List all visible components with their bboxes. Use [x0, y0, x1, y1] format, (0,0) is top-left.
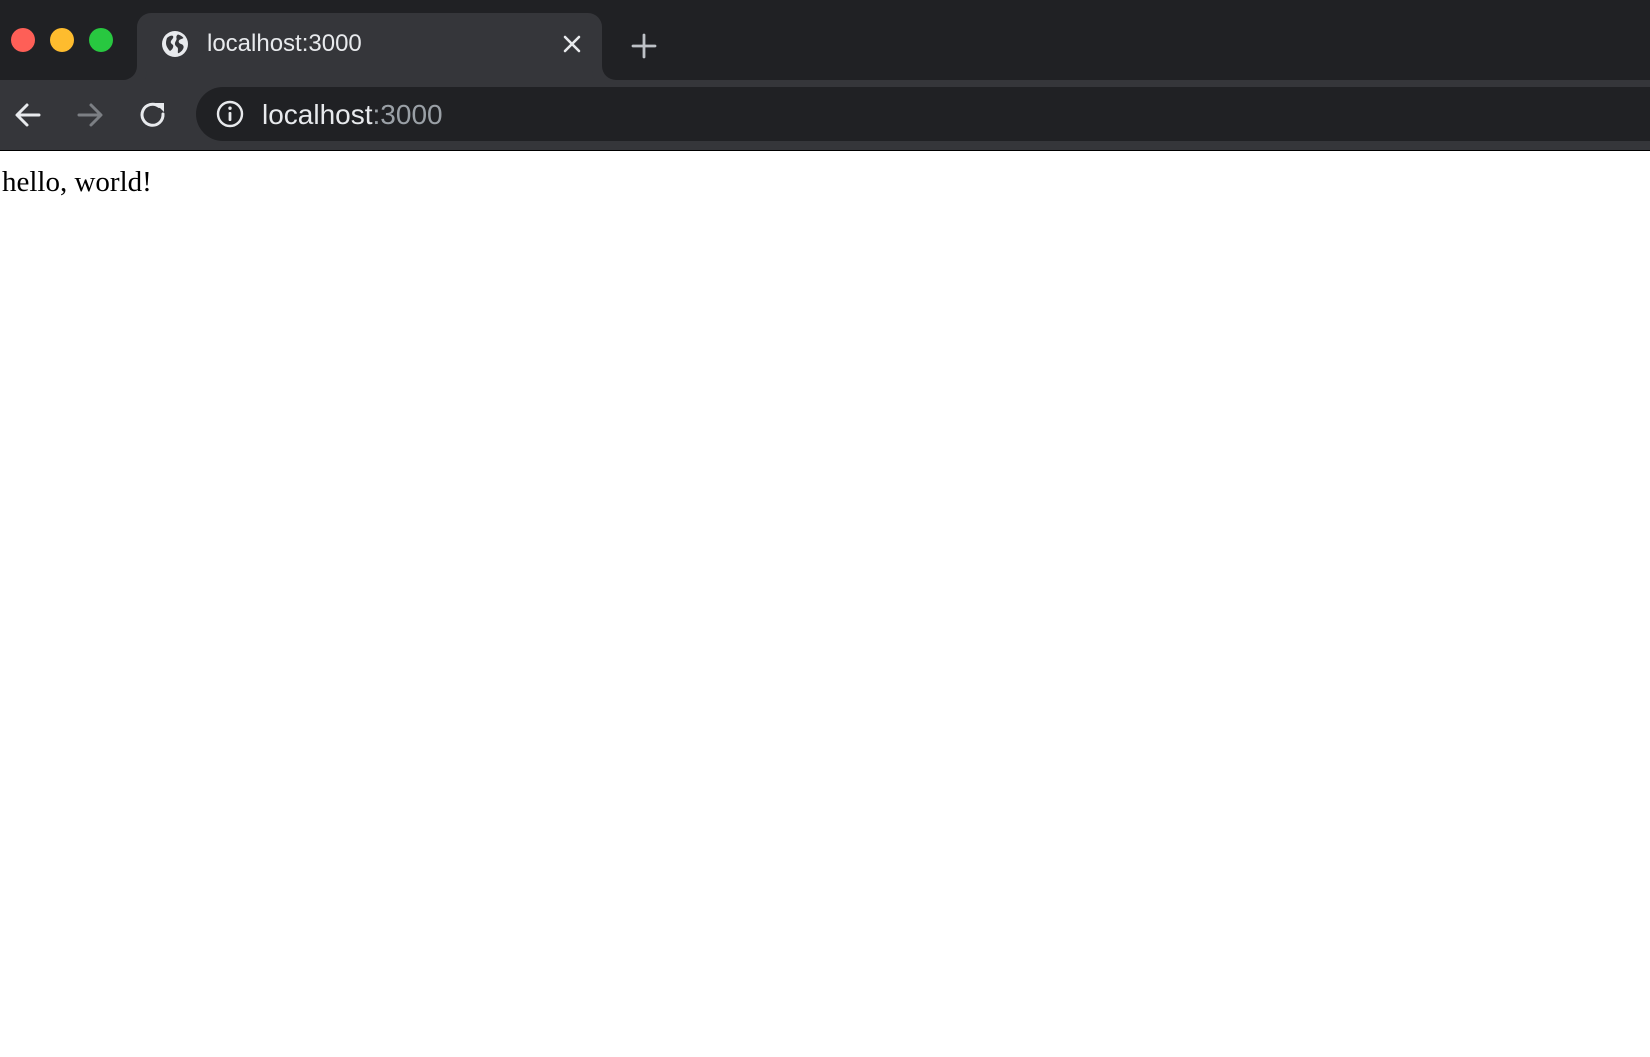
page-content: hello, world!: [0, 151, 1650, 1057]
plus-icon[interactable]: [630, 32, 658, 60]
url-text[interactable]: localhost:3000: [262, 100, 443, 130]
arrow-left-icon: [15, 103, 41, 127]
tab-title: localhost:3000: [207, 30, 362, 57]
tab-localhost[interactable]: localhost:3000: [137, 13, 602, 80]
window-close-button[interactable]: [11, 28, 35, 52]
url-host: localhost: [262, 99, 373, 130]
page-body-text: hello, world!: [2, 166, 152, 198]
close-icon[interactable]: [560, 32, 584, 56]
window-maximize-button[interactable]: [89, 28, 113, 52]
browser-toolbar: localhost:3000: [0, 80, 1650, 150]
info-icon[interactable]: [216, 100, 244, 128]
globe-icon: [162, 31, 188, 57]
arrow-right-icon: [77, 103, 103, 127]
tab-strip: localhost:3000: [0, 0, 1650, 80]
window-minimize-button[interactable]: [50, 28, 74, 52]
browser-window: localhost:3000 localhost:3000 hello, wor…: [0, 0, 1650, 1057]
url-port: :3000: [372, 99, 443, 130]
back-button[interactable]: [12, 99, 44, 131]
address-bar[interactable]: localhost:3000: [196, 87, 1650, 141]
reload-icon: [140, 102, 165, 127]
forward-button[interactable]: [74, 99, 106, 131]
reload-button[interactable]: [137, 99, 169, 131]
